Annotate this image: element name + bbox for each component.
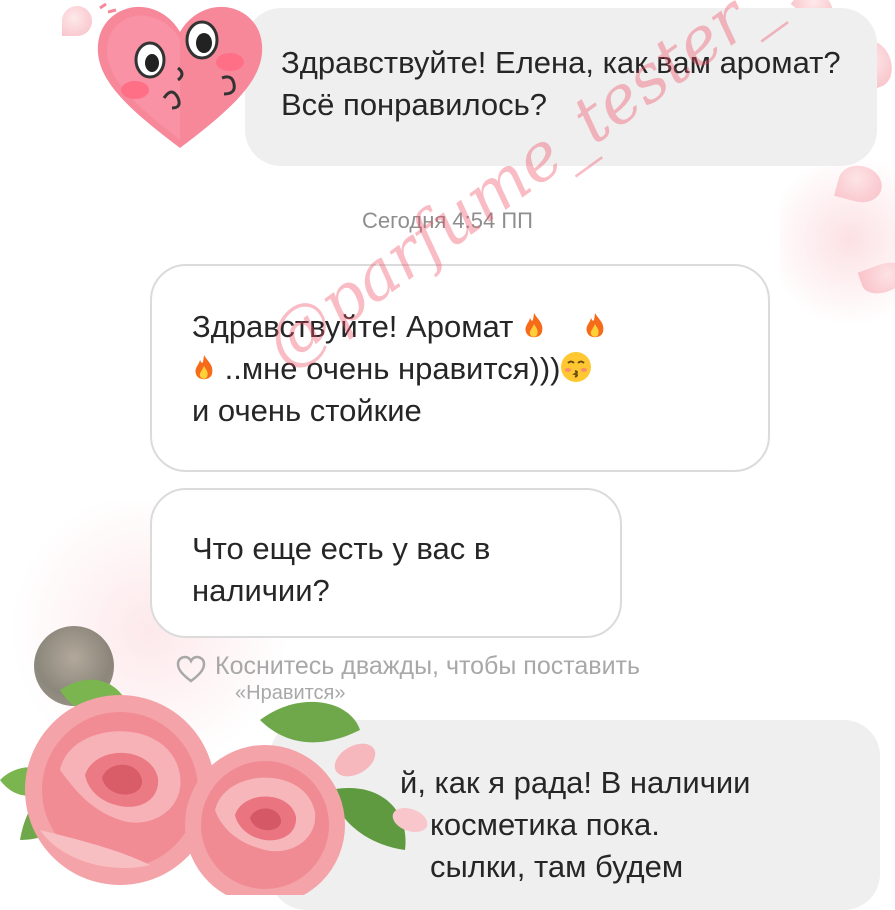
message-text: Что еще есть у вас в наличии? <box>192 531 491 608</box>
message-line: и очень стойкие <box>192 390 748 432</box>
message-text: ..мне очень нравится))) <box>224 351 561 386</box>
fire-emoji-icon <box>586 313 603 338</box>
petal-decoration <box>62 6 92 36</box>
petal-glow <box>780 140 895 340</box>
outgoing-message-bubble[interactable]: Что еще есть у вас в наличии? <box>150 488 622 638</box>
rose-flowers-decoration <box>0 679 428 895</box>
fire-emoji-icon <box>525 313 543 338</box>
heart-sticker-icon <box>97 2 263 148</box>
kissing-face-emoji-icon <box>561 352 592 382</box>
fire-emoji-icon <box>195 355 213 380</box>
outgoing-message-bubble[interactable]: Здравствуйте! Аромат ..мне очень нравитс… <box>150 264 770 472</box>
message-text: и очень стойкие <box>192 393 422 428</box>
